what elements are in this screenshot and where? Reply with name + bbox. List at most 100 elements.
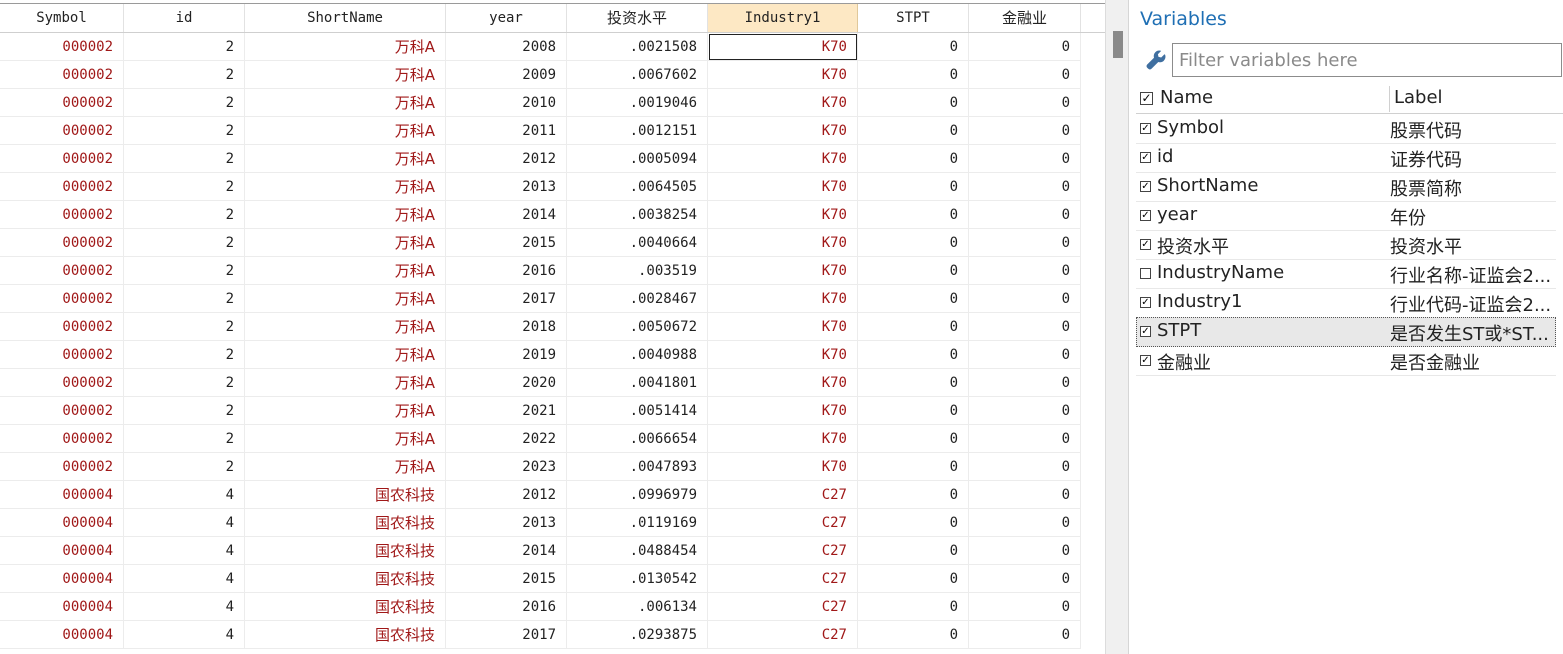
grid-cell[interactable]: 2 [124, 145, 245, 173]
grid-cell[interactable]: 2 [124, 173, 245, 201]
grid-cell[interactable]: 2023 [446, 453, 567, 481]
column-header-2[interactable]: ShortName [245, 4, 446, 33]
grid-cell[interactable]: K70 [708, 453, 858, 481]
grid-cell[interactable]: .0130542 [567, 565, 708, 593]
grid-cell[interactable]: 万科A [245, 313, 446, 341]
grid-cell[interactable]: 万科A [245, 285, 446, 313]
grid-cell[interactable]: 000002 [0, 229, 124, 257]
table-row[interactable]: 000002 2 万科A 2014.0038254 K70 0 0 [0, 201, 1105, 229]
grid-cell[interactable]: 2020 [446, 369, 567, 397]
grid-cell[interactable]: 2017 [446, 621, 567, 649]
grid-cell[interactable]: 0 [858, 481, 969, 509]
grid-cell[interactable]: 000004 [0, 481, 124, 509]
grid-cell[interactable]: 国农科技 [245, 593, 446, 621]
grid-cell[interactable]: 0 [969, 201, 1081, 229]
grid-cell[interactable]: 2011 [446, 117, 567, 145]
grid-cell[interactable]: 0 [858, 341, 969, 369]
grid-cell[interactable]: 2 [124, 257, 245, 285]
grid-cell[interactable]: .0050672 [567, 313, 708, 341]
grid-cell[interactable]: 2 [124, 117, 245, 145]
grid-cell[interactable]: 国农科技 [245, 537, 446, 565]
grid-cell[interactable]: K70 [708, 61, 858, 89]
grid-cell[interactable]: 0 [858, 145, 969, 173]
grid-cell[interactable]: 0 [858, 229, 969, 257]
grid-cell[interactable]: 4 [124, 509, 245, 537]
variable-row[interactable]: ✓ year 年份 [1136, 201, 1556, 231]
grid-cell[interactable]: 0 [969, 89, 1081, 117]
grid-cell[interactable]: 万科A [245, 341, 446, 369]
grid-cell[interactable]: .0040988 [567, 341, 708, 369]
wrench-icon[interactable] [1144, 48, 1168, 72]
grid-cell[interactable]: 2010 [446, 89, 567, 117]
grid-cell[interactable]: 0 [858, 89, 969, 117]
grid-cell[interactable]: 0 [969, 61, 1081, 89]
data-grid[interactable]: Symbol id ShortName year 投资水平 Industry1 STPT 金融… [0, 0, 1105, 654]
grid-cell[interactable]: 2 [124, 313, 245, 341]
grid-cell[interactable]: 0 [858, 369, 969, 397]
table-row[interactable]: 000004 4 国农科技 2014.0488454 C27 0 0 [0, 537, 1105, 565]
variable-row[interactable]: ✓ 投资水平 投资水平 [1136, 230, 1556, 260]
grid-cell[interactable]: 0 [969, 369, 1081, 397]
grid-cell[interactable]: .0021508 [567, 33, 708, 61]
grid-cell[interactable]: .0019046 [567, 89, 708, 117]
vertical-scrollbar[interactable] [1105, 0, 1129, 654]
grid-cell[interactable]: 0 [969, 257, 1081, 285]
grid-cell[interactable]: 万科A [245, 173, 446, 201]
variable-row[interactable]: ✓ Symbol 股票代码 [1136, 114, 1556, 144]
grid-cell[interactable]: 2013 [446, 509, 567, 537]
grid-cell[interactable]: 万科A [245, 145, 446, 173]
grid-cell[interactable]: 2009 [446, 61, 567, 89]
grid-cell[interactable]: 4 [124, 593, 245, 621]
grid-cell[interactable]: 4 [124, 537, 245, 565]
grid-cell[interactable]: 0 [969, 33, 1081, 61]
grid-cell[interactable]: .0012151 [567, 117, 708, 145]
grid-cell[interactable]: 000002 [0, 89, 124, 117]
table-row[interactable]: 000002 2 万科A 2013.0064505 K70 0 0 [0, 173, 1105, 201]
grid-cell[interactable]: 0 [969, 565, 1081, 593]
variable-row[interactable]: ✓ ShortName 股票简称 [1136, 172, 1556, 202]
grid-cell[interactable]: 2 [124, 285, 245, 313]
grid-cell[interactable]: .0028467 [567, 285, 708, 313]
grid-cell[interactable]: 0 [969, 117, 1081, 145]
grid-cell[interactable]: K70 [708, 313, 858, 341]
variable-visible-checkbox[interactable]: ✓ [1140, 326, 1151, 337]
grid-cell[interactable]: 000002 [0, 145, 124, 173]
grid-cell[interactable]: 0 [969, 341, 1081, 369]
select-all-checkbox[interactable]: ✓ [1140, 92, 1153, 105]
grid-cell[interactable]: 000002 [0, 201, 124, 229]
grid-cell[interactable]: 000002 [0, 341, 124, 369]
variable-visible-checkbox[interactable]: ✓ [1140, 210, 1151, 221]
grid-cell[interactable]: 0 [969, 453, 1081, 481]
grid-cell[interactable]: 0 [858, 565, 969, 593]
grid-cell[interactable]: 2012 [446, 145, 567, 173]
table-row[interactable]: 000002 2 万科A 2023.0047893 K70 0 0 [0, 453, 1105, 481]
table-row[interactable]: 000002 2 万科A 2018.0050672 K70 0 0 [0, 313, 1105, 341]
grid-cell[interactable]: 2014 [446, 201, 567, 229]
table-row[interactable]: 000004 4 国农科技 2012.0996979 C27 0 0 [0, 481, 1105, 509]
grid-cell[interactable]: C27 [708, 593, 858, 621]
grid-cell[interactable]: .0038254 [567, 201, 708, 229]
grid-cell[interactable]: 0 [969, 285, 1081, 313]
filter-variables-input[interactable] [1172, 43, 1562, 77]
table-row[interactable]: 000002 2 万科A 2020.0041801 K70 0 0 [0, 369, 1105, 397]
grid-cell[interactable]: .0293875 [567, 621, 708, 649]
grid-cell[interactable]: K70 [708, 229, 858, 257]
grid-cell[interactable]: .0067602 [567, 61, 708, 89]
grid-cell[interactable]: .0119169 [567, 509, 708, 537]
grid-cell[interactable]: 2014 [446, 537, 567, 565]
grid-cell[interactable]: 000002 [0, 397, 124, 425]
variable-row[interactable]: ✓ STPT 是否发生ST或*ST... [1136, 317, 1556, 347]
grid-cell[interactable]: 2012 [446, 481, 567, 509]
table-row[interactable]: 000004 4 国农科技 2017.0293875 C27 0 0 [0, 621, 1105, 649]
grid-cell[interactable]: 万科A [245, 453, 446, 481]
grid-cell[interactable]: 0 [969, 481, 1081, 509]
grid-cell[interactable]: 2 [124, 425, 245, 453]
grid-cell[interactable]: .0005094 [567, 145, 708, 173]
grid-cell[interactable]: K70 [708, 145, 858, 173]
grid-cell[interactable]: .0051414 [567, 397, 708, 425]
table-row[interactable]: 000002 2 万科A 2012.0005094 K70 0 0 [0, 145, 1105, 173]
grid-cell[interactable]: .0066654 [567, 425, 708, 453]
grid-cell[interactable]: 000004 [0, 593, 124, 621]
variable-visible-checkbox[interactable]: ✓ [1140, 239, 1151, 250]
grid-cell[interactable]: 0 [858, 257, 969, 285]
